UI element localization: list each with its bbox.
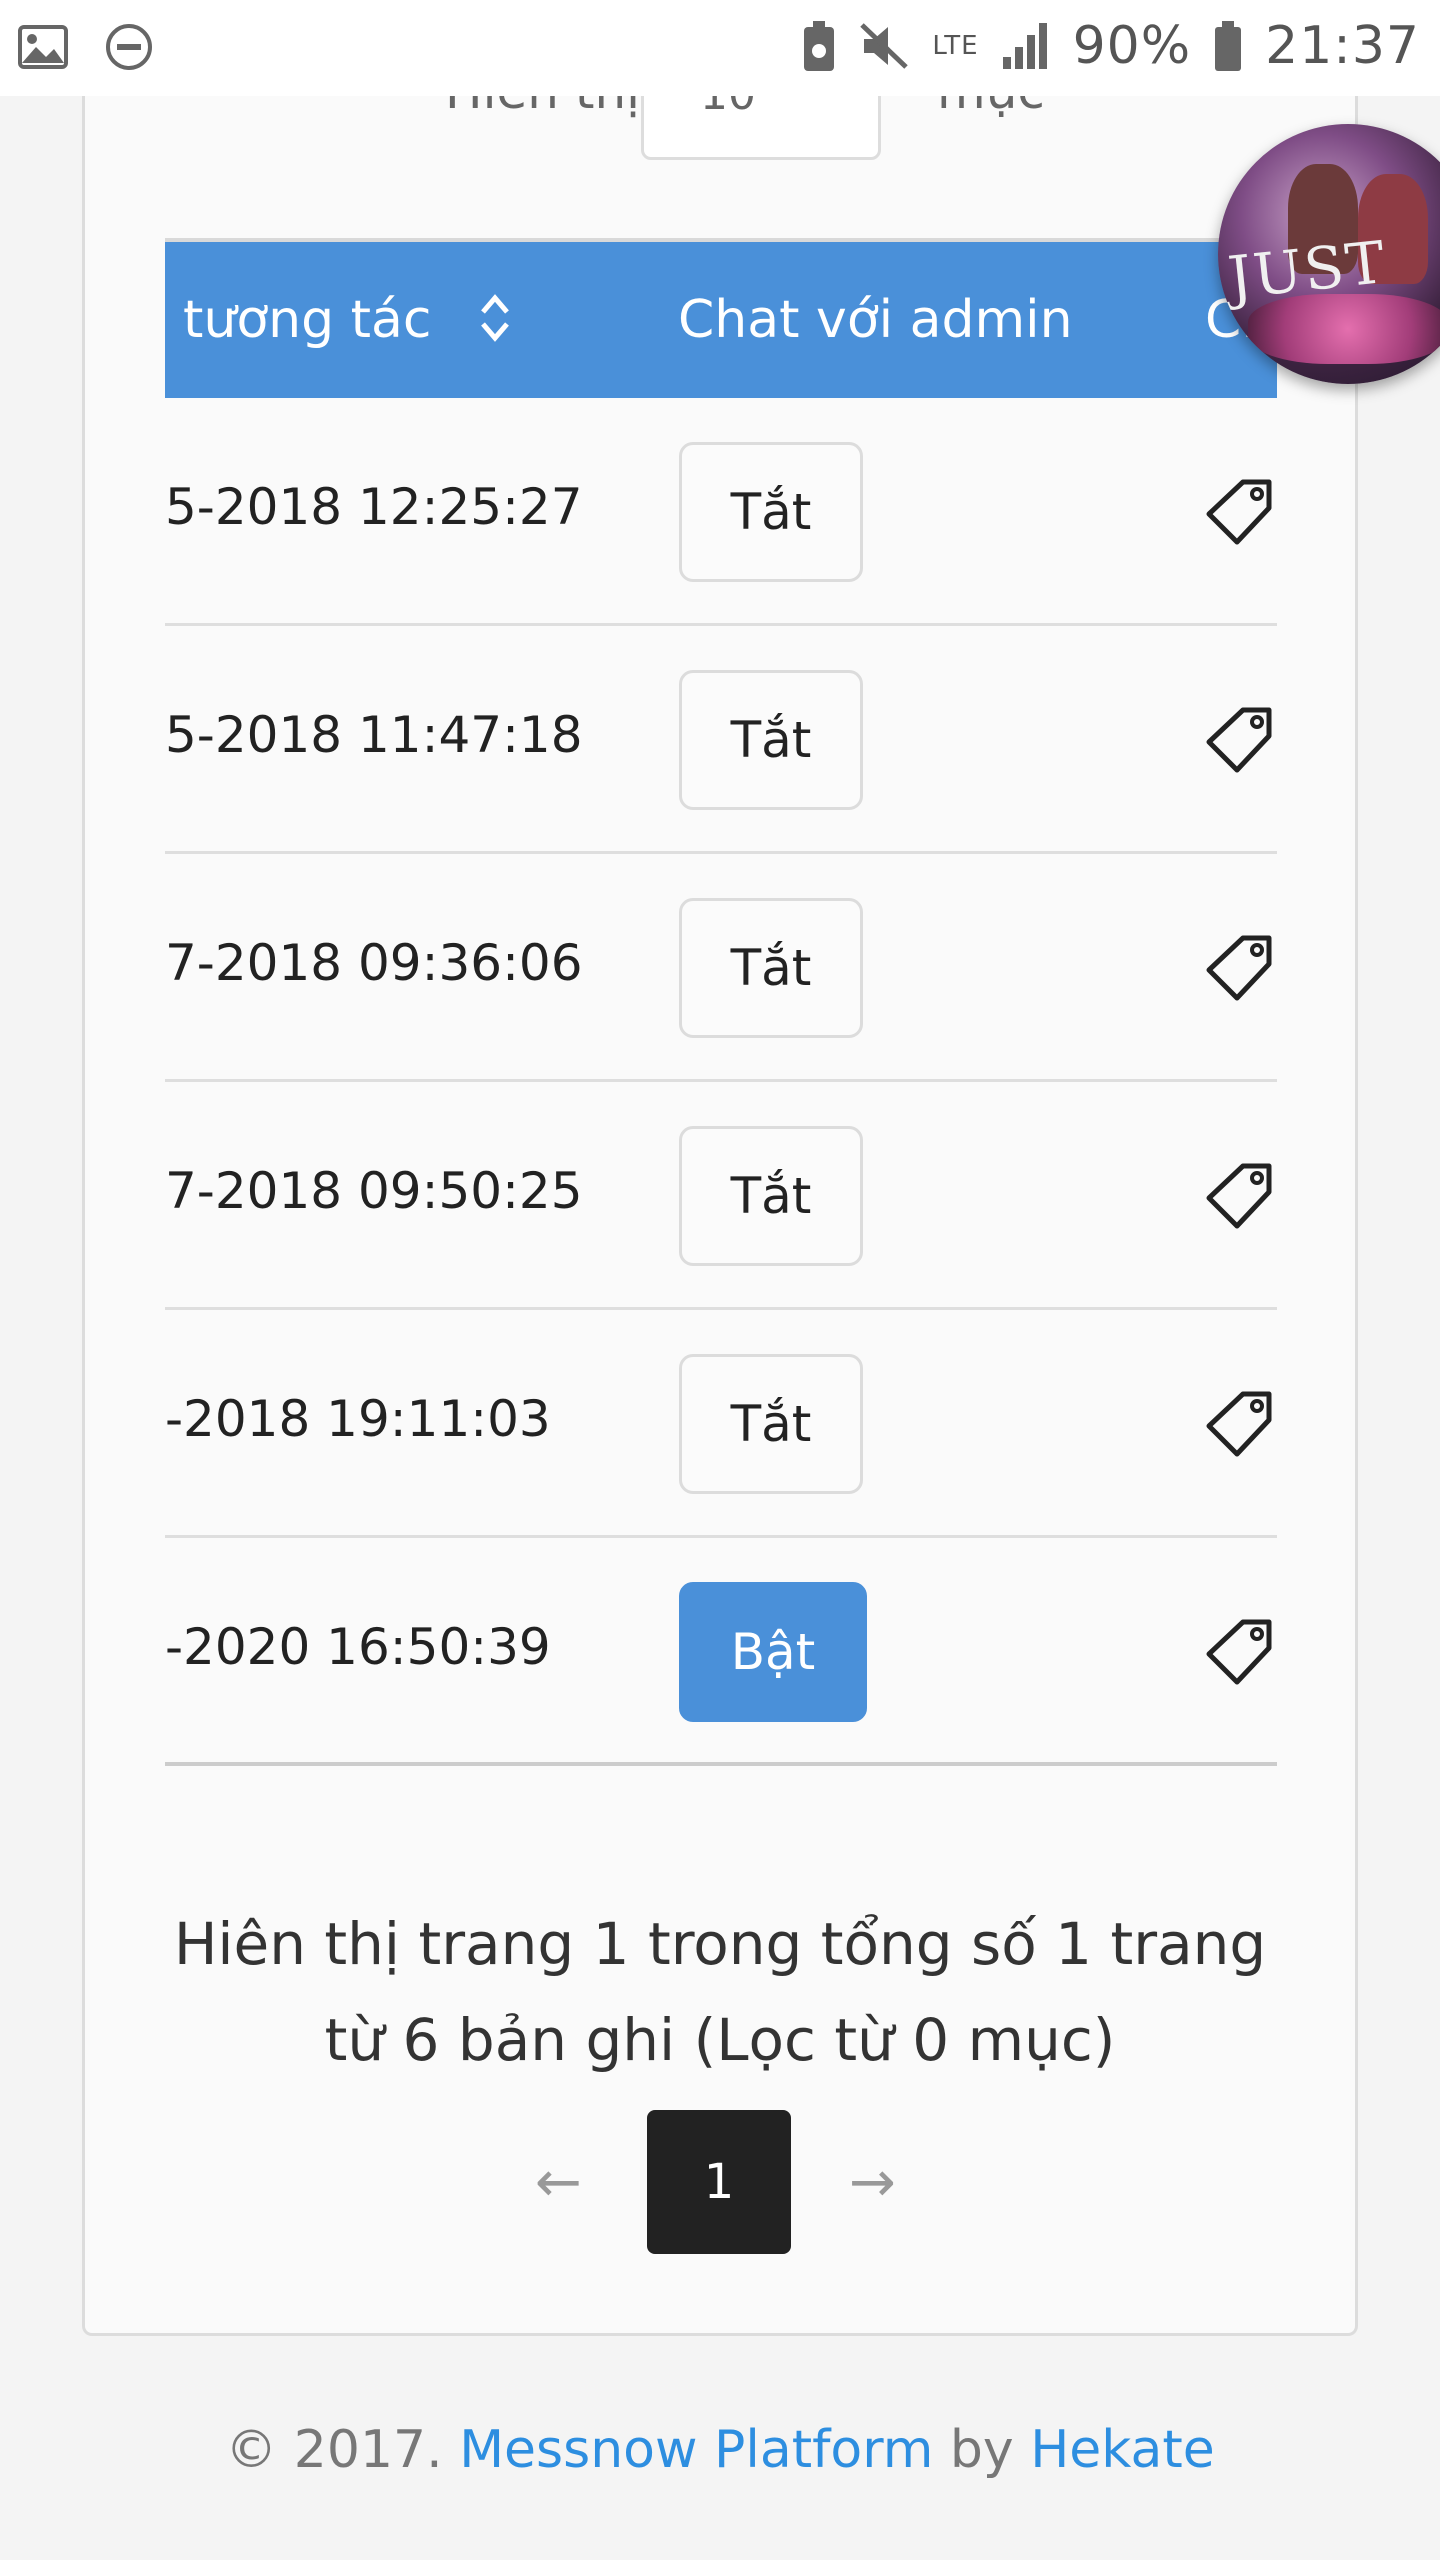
battery-percent: 90% [1072, 16, 1192, 76]
table-info-line2: từ 6 bản ghi (Lọc từ 0 mục) [324, 2006, 1116, 2074]
gallery-icon [18, 25, 68, 69]
tag-icon[interactable] [1205, 932, 1277, 1008]
table-row: 5-2018 11:47:18 Tắt [165, 626, 1277, 854]
prev-page-button[interactable]: ← [535, 2150, 582, 2215]
author-link[interactable]: Hekate [1030, 2420, 1215, 2480]
chat-toggle-button[interactable]: Tắt [679, 898, 863, 1038]
interaction-date: -2020 16:50:39 [165, 1618, 551, 1676]
page-length-value: 10 [700, 96, 756, 120]
signal-icon [1001, 21, 1051, 71]
chat-toggle-button[interactable]: Tắt [679, 670, 863, 810]
length-control: Hiển thị 10 mục [85, 96, 1355, 160]
chat-toggle-button[interactable]: Tắt [679, 1354, 863, 1494]
footer: © 2017. Messnow Platform by Hekate [0, 2420, 1440, 2480]
tag-icon[interactable] [1205, 1160, 1277, 1236]
battery-icon [1213, 19, 1243, 73]
column-header-interaction[interactable]: tương tác [183, 290, 432, 350]
table-row: 7-2018 09:50:25 Tắt [165, 1082, 1277, 1310]
length-label: Hiển thị [445, 96, 640, 120]
length-unit: mục [937, 96, 1045, 120]
chat-toggle-button-active[interactable]: Bật [679, 1582, 867, 1722]
copyright-text: © 2017. [225, 2420, 443, 2480]
interaction-date: 5-2018 12:25:27 [165, 478, 583, 536]
table-row: 5-2018 12:25:27 Tắt [165, 398, 1277, 626]
page-length-select[interactable]: 10 [641, 96, 881, 160]
network-type: LTE [932, 31, 979, 61]
users-table: tương tác Chat với admin Cł 5-2018 12:25… [165, 238, 1277, 1866]
chat-toggle-button[interactable]: Tắt [679, 1126, 863, 1266]
table-header: tương tác Chat với admin Cł [165, 238, 1277, 398]
interaction-date: -2018 19:11:03 [165, 1390, 551, 1448]
current-page-button[interactable]: 1 [647, 2110, 791, 2254]
interaction-date: 5-2018 11:47:18 [165, 706, 583, 764]
table-row: 7-2018 09:36:06 Tắt [165, 854, 1277, 1082]
do-not-disturb-icon [104, 22, 154, 72]
platform-link[interactable]: Messnow Platform [459, 2420, 933, 2480]
table-info: Hiên thị trang 1 trong tổng số 1 trang t… [85, 1896, 1355, 2088]
interaction-date: 7-2018 09:50:25 [165, 1162, 583, 1220]
recycle-battery-icon [802, 19, 836, 73]
datatable-card: Hiển thị 10 mục tương tác Chat với admin… [82, 96, 1358, 2336]
interaction-date: 7-2018 09:36:06 [165, 934, 583, 992]
pagination: ← 1 → [85, 2110, 1355, 2254]
status-bar: LTE 90% 21:37 [0, 0, 1440, 96]
table-row: -2018 19:11:03 Tắt [165, 1310, 1277, 1538]
tag-icon[interactable] [1205, 1388, 1277, 1464]
table-info-line1: Hiên thị trang 1 trong tổng số 1 trang [173, 1910, 1267, 1978]
column-header-chat[interactable]: Chat với admin [678, 290, 1073, 350]
sort-icon[interactable] [477, 290, 513, 350]
chat-toggle-button[interactable]: Tắt [679, 442, 863, 582]
tag-icon[interactable] [1205, 704, 1277, 780]
next-page-button[interactable]: → [849, 2150, 896, 2215]
clock: 21:37 [1265, 16, 1420, 76]
by-text: by [949, 2420, 1014, 2480]
table-row: -2020 16:50:39 Bật [165, 1538, 1277, 1766]
tag-icon[interactable] [1205, 1616, 1277, 1692]
tag-icon[interactable] [1205, 476, 1277, 552]
mute-icon [858, 21, 910, 71]
